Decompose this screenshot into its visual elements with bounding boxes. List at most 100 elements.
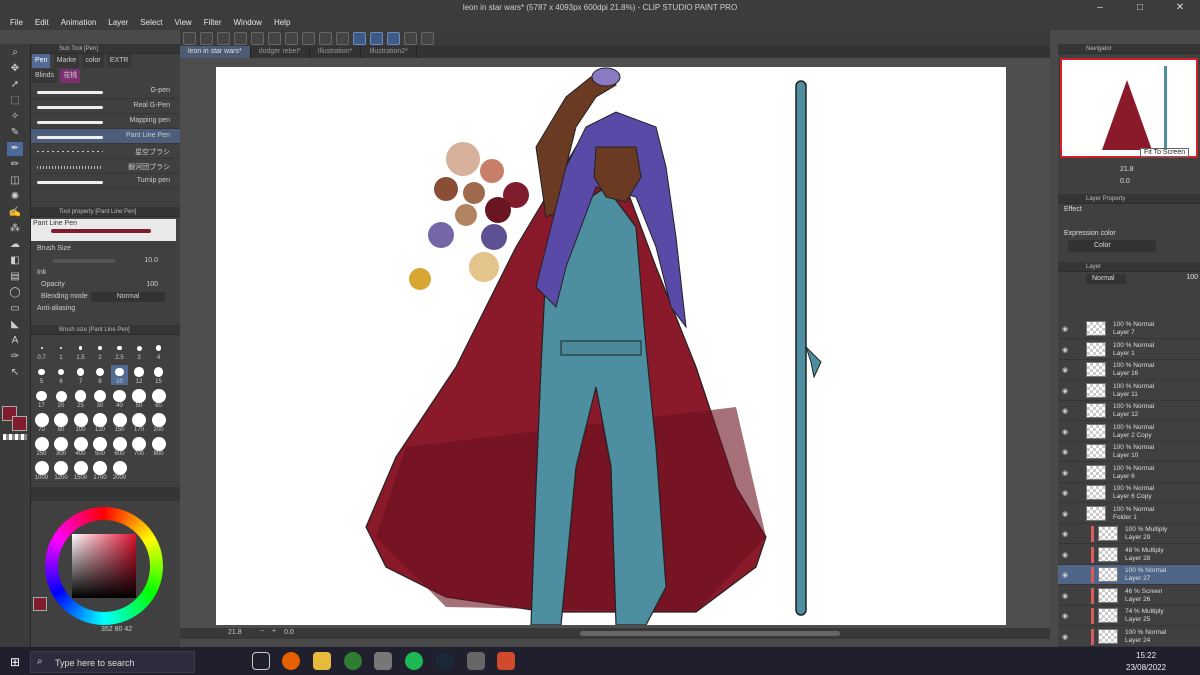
- expression-color-select[interactable]: Color: [1068, 240, 1156, 252]
- deselect-icon[interactable]: [336, 31, 349, 45]
- layer-row[interactable]: ◉ 100 % Multiply Layer 29: [1058, 524, 1200, 544]
- subtool-tab-extra[interactable]: EXTR: [106, 54, 132, 68]
- brush-size-preset[interactable]: 1.5: [72, 341, 89, 361]
- subtool-tab-peach[interactable]: 花桃: [60, 69, 81, 83]
- canvas-paper[interactable]: [216, 67, 1006, 626]
- brush-size-preset[interactable]: 20: [53, 389, 70, 409]
- brush-size-preset[interactable]: 800: [150, 437, 167, 457]
- visibility-eye-icon[interactable]: ◉: [1062, 551, 1068, 559]
- fill-tool-icon[interactable]: ◧: [7, 254, 23, 268]
- layer-row[interactable]: ◉ 100 % Normal Folder 1: [1058, 504, 1200, 524]
- visibility-eye-icon[interactable]: ◉: [1062, 469, 1068, 477]
- subtool-tab-blinds[interactable]: Blinds: [32, 69, 58, 83]
- text-tool-icon[interactable]: A: [7, 334, 23, 348]
- brush-size-preset[interactable]: 2: [92, 341, 109, 361]
- snap-ruler-icon[interactable]: [353, 31, 366, 45]
- brush-size-preset[interactable]: 6: [53, 365, 70, 385]
- layer-row[interactable]: ◉ 100 % Normal Layer 27: [1058, 565, 1200, 585]
- brush-size-preset[interactable]: 5: [33, 365, 50, 385]
- menu-edit[interactable]: Edit: [29, 18, 55, 27]
- pen-tool-icon[interactable]: ✒: [7, 142, 23, 156]
- navigator-angle-value[interactable]: 0.0: [1120, 178, 1130, 185]
- brush-size-preset[interactable]: 40: [111, 389, 128, 409]
- firefox-icon[interactable]: [282, 652, 300, 670]
- brush-size-preset[interactable]: 300: [53, 437, 70, 457]
- zoom-tool-icon[interactable]: ⌕: [7, 46, 23, 60]
- brush-item-real-g-pen[interactable]: Real G-Pen: [31, 99, 180, 114]
- brush-item-pant-line-pen[interactable]: Pant Line Pen: [31, 129, 180, 144]
- zoom-value[interactable]: 21.8: [228, 629, 242, 636]
- opacity-value[interactable]: 100: [146, 279, 158, 291]
- horizontal-scrollbar[interactable]: [580, 631, 840, 636]
- menu-help[interactable]: Help: [268, 18, 296, 27]
- eyedropper-tool-icon[interactable]: ✎: [7, 126, 23, 140]
- brush-item-turnip-pen[interactable]: Turnip pen: [31, 174, 180, 189]
- brush-item-g-pen[interactable]: G-pen: [31, 84, 180, 99]
- brush-size-preset[interactable]: 15: [150, 365, 167, 385]
- visibility-eye-icon[interactable]: ◉: [1062, 592, 1068, 600]
- layer-row[interactable]: ◉ 100 % Normal Layer 24: [1058, 627, 1200, 647]
- balloon-tool-icon[interactable]: ✑: [7, 350, 23, 364]
- brush-size-preset[interactable]: 30: [92, 389, 109, 409]
- menu-select[interactable]: Select: [134, 18, 168, 27]
- visibility-eye-icon[interactable]: ◉: [1062, 448, 1068, 456]
- brush-size-preset[interactable]: 4: [150, 341, 167, 361]
- brush-size-preset[interactable]: 2000: [111, 461, 128, 481]
- help-icon[interactable]: [421, 31, 434, 45]
- layer-row[interactable]: ◉ 48 % Multiply Layer 28: [1058, 545, 1200, 565]
- visibility-eye-icon[interactable]: ◉: [1062, 387, 1068, 395]
- layer-row[interactable]: ◉ 100 % Normal Layer 16: [1058, 360, 1200, 380]
- visibility-eye-icon[interactable]: ◉: [1062, 571, 1068, 579]
- layer-row[interactable]: ◉ 100 % Normal Layer 6: [1058, 463, 1200, 483]
- subtool-tab-marker[interactable]: Marke: [53, 54, 80, 68]
- brush-size-preset[interactable]: 600: [111, 437, 128, 457]
- menu-file[interactable]: File: [4, 18, 29, 27]
- ruler-tool-icon[interactable]: ◣: [7, 318, 23, 332]
- move-tool-icon[interactable]: ✥: [7, 62, 23, 76]
- menu-animation[interactable]: Animation: [55, 18, 103, 27]
- brush-size-preset[interactable]: 2.5: [111, 341, 128, 361]
- saturation-value-square[interactable]: [72, 534, 136, 598]
- visibility-eye-icon[interactable]: ◉: [1062, 407, 1068, 415]
- new-file-icon[interactable]: [200, 31, 213, 45]
- task-view-icon[interactable]: [252, 652, 270, 670]
- minimize-icon[interactable]: –: [1080, 0, 1120, 15]
- steam-icon[interactable]: [436, 652, 454, 670]
- brush-size-preset[interactable]: 500: [92, 437, 109, 457]
- spotify-icon[interactable]: [405, 652, 423, 670]
- clip-studio-paint-icon[interactable]: [497, 652, 515, 670]
- windows-start-icon[interactable]: ⊞: [10, 655, 20, 669]
- navigator-zoom-value[interactable]: 21.8: [1120, 166, 1134, 173]
- brush-size-preset[interactable]: 60: [150, 389, 167, 409]
- pencil-tool-icon[interactable]: ✏: [7, 158, 23, 172]
- brush-size-preset[interactable]: 1700: [92, 461, 109, 481]
- visibility-eye-icon[interactable]: ◉: [1062, 489, 1068, 497]
- file-explorer-icon[interactable]: [313, 652, 331, 670]
- brush-size-preset[interactable]: 150: [111, 413, 128, 433]
- decoration-tool-icon[interactable]: ✺: [7, 190, 23, 204]
- layer-row[interactable]: ◉ 100 % Normal Layer 10: [1058, 442, 1200, 462]
- snap-special-ruler-icon[interactable]: [370, 31, 383, 45]
- layer-row[interactable]: ◉ 100 % Normal Layer 11: [1058, 381, 1200, 401]
- brush-size-preset[interactable]: 50: [131, 389, 148, 409]
- brush-size-preset[interactable]: 120: [92, 413, 109, 433]
- brush-item-starry-sky[interactable]: 星空ブラシ: [31, 144, 180, 159]
- layer-row[interactable]: ◉ 100 % Normal Layer 7: [1058, 319, 1200, 339]
- brush-size-preset[interactable]: 10: [111, 365, 128, 385]
- subtool-tab-color[interactable]: color: [82, 54, 104, 68]
- main-color-chip[interactable]: [33, 597, 47, 611]
- tab-leon-in-star-wars[interactable]: leon in star wars*: [180, 46, 251, 58]
- operation-tool-icon[interactable]: ➚: [7, 78, 23, 92]
- tab-illustration[interactable]: Illustration*: [310, 46, 362, 58]
- sub-color-swatch[interactable]: [12, 416, 27, 431]
- close-icon[interactable]: ✕: [1160, 0, 1200, 15]
- visibility-eye-icon[interactable]: ◉: [1062, 346, 1068, 354]
- brush-item-mapping-pen[interactable]: Mapping pen: [31, 114, 180, 129]
- menu-window[interactable]: Window: [228, 18, 268, 27]
- hamburger-menu-icon[interactable]: [183, 31, 196, 45]
- visibility-eye-icon[interactable]: ◉: [1062, 428, 1068, 436]
- brush-size-preset[interactable]: 170: [131, 413, 148, 433]
- layer-row[interactable]: ◉ 100 % Normal Layer 1: [1058, 340, 1200, 360]
- brush-size-preset[interactable]: 7: [72, 365, 89, 385]
- navigator-preview[interactable]: Fit To Screen: [1060, 58, 1198, 158]
